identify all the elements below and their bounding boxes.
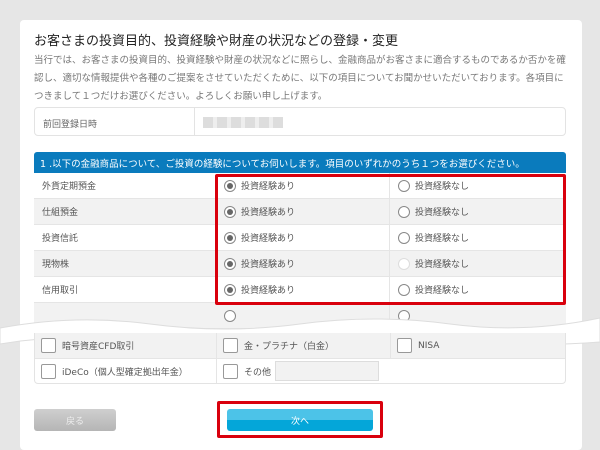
checkbox-label: その他 — [244, 367, 272, 378]
last-registered-box: 前回登録日時 — [34, 107, 566, 136]
other-input[interactable] — [275, 361, 380, 381]
checkbox-crypto-cfd[interactable] — [41, 338, 56, 353]
page-title: お客さまの投資目的、投資経験や財産の状況などの登録・変更 — [34, 34, 399, 49]
product-label: 外貨定期預金 — [42, 182, 97, 192]
checkbox-nisa[interactable] — [397, 338, 412, 353]
highlight-box — [215, 174, 566, 305]
product-label: 仕組預金 — [42, 208, 79, 218]
product-label: 信用取引 — [42, 286, 79, 296]
product-label: 投資信託 — [42, 234, 79, 244]
checkbox-label: 金・プラチナ（白金） — [244, 342, 335, 352]
last-registered-label: 前回登録日時 — [35, 108, 195, 135]
last-registered-value-blurred — [203, 117, 283, 128]
checkbox-gold-platinum[interactable] — [223, 338, 238, 353]
question-heading: 1 .以下の金融商品について、ご投資の経験についてお伺いします。項目のいずれかの… — [34, 152, 566, 173]
highlight-box-next — [217, 401, 383, 438]
description: 当行では、お客さまの投資目的、投資経験や財産の状況などに照らし、金融商品がお客さ… — [34, 55, 566, 102]
back-button[interactable]: 戻る — [34, 409, 116, 431]
checkbox-table: 暗号資産CFD取引 金・プラチナ（白金） NISA iDeCo（個人型確定拠出年… — [34, 333, 566, 384]
product-label: 現物株 — [42, 260, 70, 270]
checkbox-label: iDeCo（個人型確定拠出年金） — [62, 367, 188, 378]
checkbox-ideco[interactable] — [41, 363, 56, 379]
checkbox-label: NISA — [418, 340, 440, 351]
checkbox-other[interactable] — [223, 363, 238, 379]
checkbox-label: 暗号資産CFD取引 — [62, 342, 135, 352]
